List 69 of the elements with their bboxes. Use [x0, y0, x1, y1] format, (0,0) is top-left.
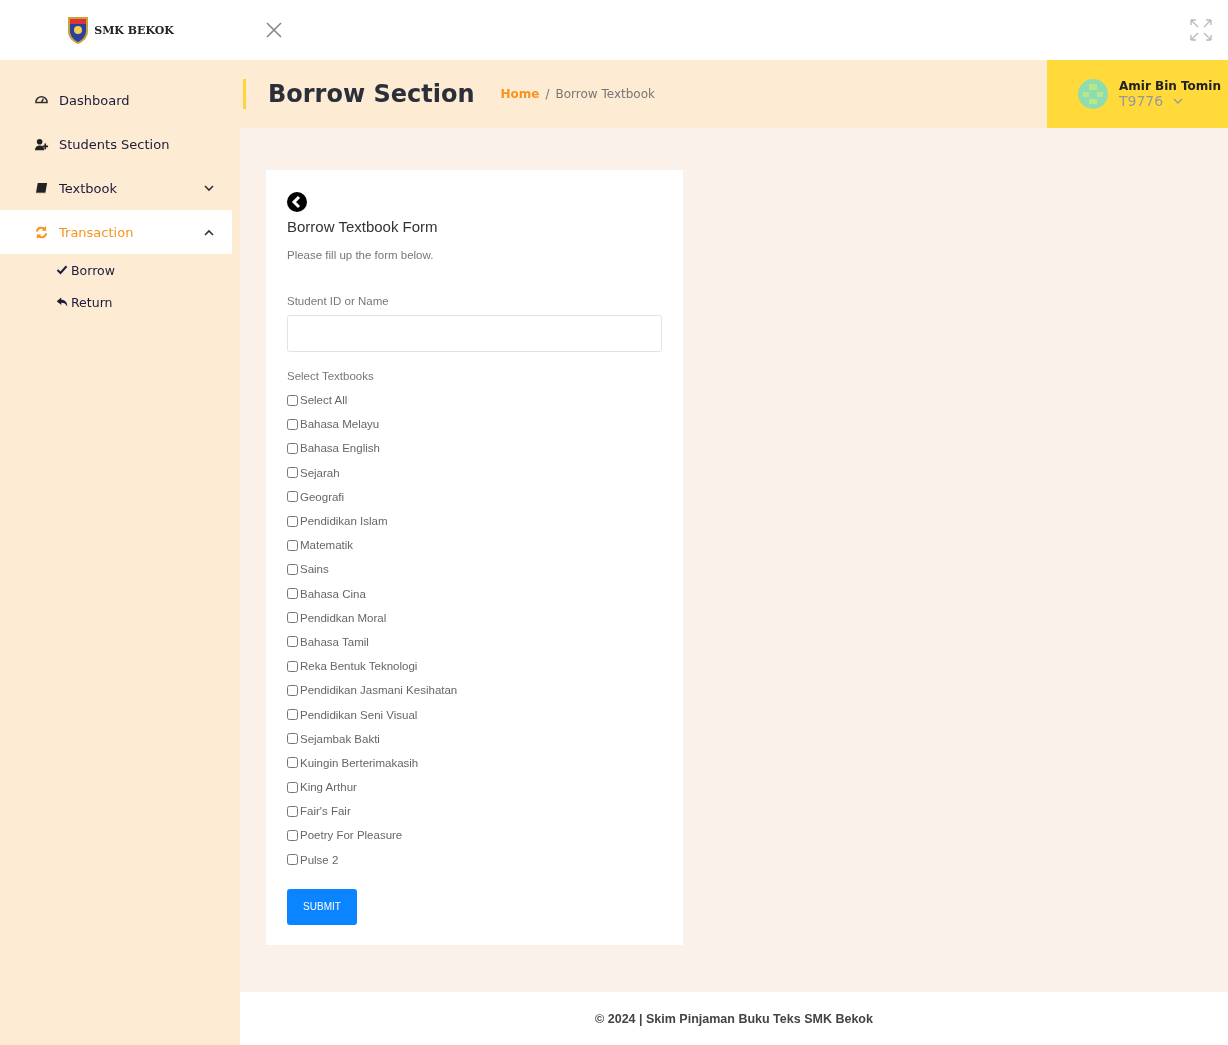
page-title: Borrow Section [268, 80, 475, 108]
checkbox[interactable] [287, 612, 298, 624]
avatar-icon [1077, 78, 1109, 110]
checkbox[interactable] [287, 636, 298, 648]
check-icon [56, 264, 68, 276]
nav-icon [34, 224, 49, 240]
breadcrumb-current: Borrow Textbook [555, 87, 655, 101]
checkbox-label: Bahasa Melayu [300, 418, 380, 431]
checkbox-label: Bahasa English [300, 442, 380, 455]
nav-item[interactable]: Dashboard [0, 78, 232, 122]
checkbox-label: King Arthur [300, 781, 357, 794]
checkbox[interactable] [287, 733, 298, 745]
checkbox-label: Pendidikan Seni Visual [300, 708, 418, 721]
nav-icon [34, 136, 49, 152]
nav-subitem[interactable]: Borrow [0, 254, 240, 286]
checkbox-label: Pendidikan Jasmani Kesihatan [300, 684, 458, 697]
checkbox[interactable] [287, 709, 298, 721]
checkbox-label: Matematik [300, 539, 354, 552]
checkbox[interactable] [287, 854, 298, 866]
checkbox-label: Pendidkan Moral [300, 611, 387, 624]
chevron-icon [1173, 97, 1184, 105]
checkbox-label: Kuingin Berterimakasih [300, 756, 419, 769]
checkbox-label: Sejambak Bakti [300, 732, 380, 745]
user-name: Amir Bin Tomin [1119, 79, 1221, 93]
checkbox-label: Select All [300, 394, 348, 407]
field-label: Student ID or Name [287, 295, 390, 307]
checkbox-label: Poetry For Pleasure [300, 829, 403, 842]
checkbox-label: Pendidikan Islam [300, 515, 388, 528]
checkbox[interactable] [287, 418, 298, 430]
checkbox[interactable] [287, 467, 298, 479]
checkbox-label: Bahasa Cina [300, 587, 366, 600]
checkbox[interactable] [287, 781, 298, 793]
checkbox-label: Sejarah [300, 466, 340, 479]
close-icon[interactable] [266, 22, 282, 38]
checkbox[interactable] [287, 805, 298, 817]
nav-subitem[interactable]: Return [0, 286, 240, 318]
form-subtitle: Please fill up the form below. [287, 249, 435, 261]
submit-button[interactable]: SUBMIT [287, 888, 357, 925]
checkbox-label: Bahasa Tamil [300, 635, 369, 648]
checkbox-label: Reka Bentuk Teknologi [300, 660, 418, 673]
reply-arrow-icon [56, 296, 68, 308]
checkbox[interactable] [287, 684, 298, 696]
checkbox[interactable] [287, 515, 298, 527]
breadcrumb-separator: / [545, 87, 550, 101]
student-field[interactable] [287, 315, 662, 352]
nav-item[interactable]: Students Section [0, 122, 232, 166]
nav-item[interactable]: Textbook [0, 166, 232, 210]
checkbox-label: Pulse 2 [300, 853, 339, 866]
checkbox[interactable] [287, 539, 298, 551]
user-id: T9776 [1119, 93, 1164, 109]
checkbox-label: Geografi [300, 490, 345, 503]
back-icon[interactable] [287, 192, 307, 212]
brand-name: SMK BEKOK [94, 23, 174, 37]
checkbox[interactable] [287, 563, 298, 575]
checkbox-label: Sains [300, 563, 329, 576]
checkbox[interactable] [287, 660, 298, 672]
checkbox[interactable] [287, 588, 298, 600]
form-title: Borrow Textbook Form [287, 218, 439, 235]
school-crest-icon [66, 15, 91, 45]
checkbox[interactable] [287, 491, 298, 503]
checkbox[interactable] [287, 442, 298, 454]
checkbox[interactable] [287, 829, 298, 841]
field-label: Select Textbooks [287, 370, 375, 382]
checkbox-label: Fair's Fair [300, 805, 351, 818]
nav-icon [34, 180, 49, 196]
checkbox[interactable] [287, 757, 298, 769]
footer-text: © 2024 | Skim Pinjaman Buku Teks SMK Bekok [595, 1011, 873, 1026]
user-panel[interactable]: Amir Bin Tomin T9776 [1047, 60, 1228, 128]
checkbox[interactable] [287, 394, 298, 406]
